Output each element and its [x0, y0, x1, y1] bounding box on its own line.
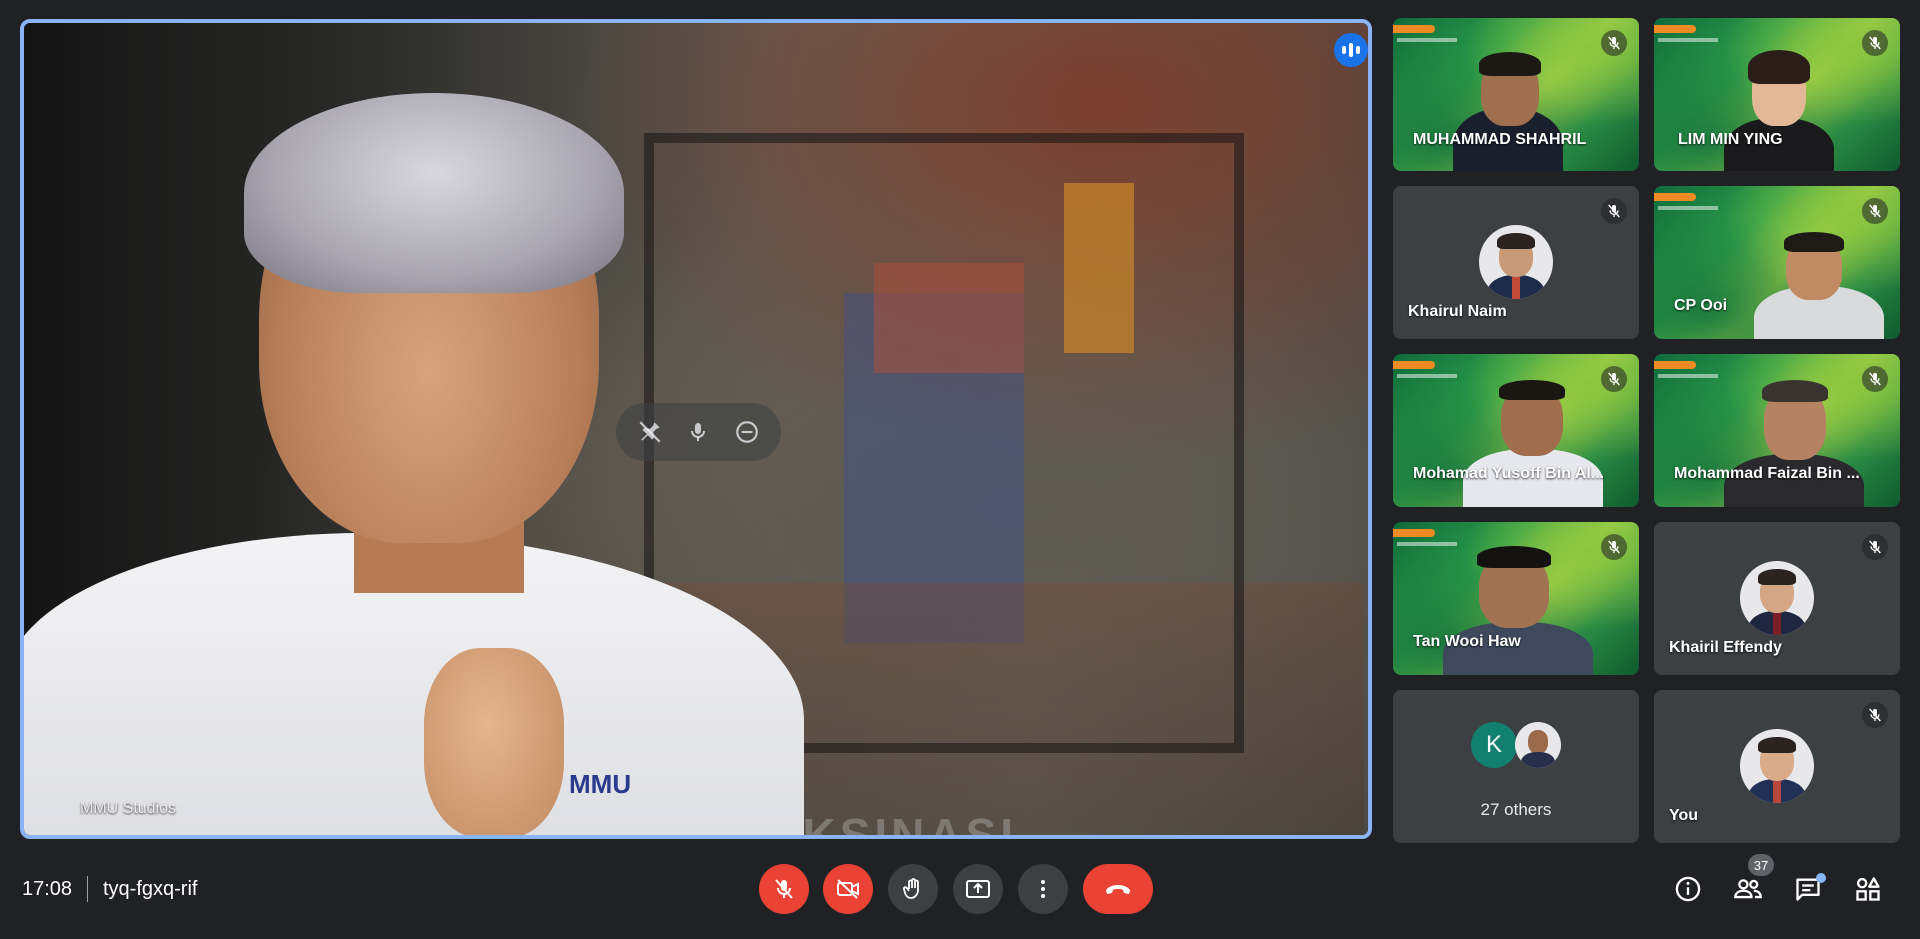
self-avatar — [1740, 729, 1814, 803]
event-badge — [1654, 193, 1696, 201]
event-badge — [1393, 25, 1435, 33]
avatar — [1479, 225, 1553, 299]
participant-hair — [1479, 52, 1541, 76]
event-text — [1658, 374, 1718, 378]
people-icon — [1734, 879, 1762, 899]
tile-hover-controls — [616, 403, 781, 461]
mic-off-icon — [1862, 366, 1888, 392]
mic-off-icon — [775, 879, 793, 899]
pin-off-icon[interactable] — [633, 415, 667, 449]
camera-toggle-button[interactable] — [823, 864, 873, 914]
mic-off-icon — [1862, 534, 1888, 560]
mic-off-icon — [1862, 30, 1888, 56]
participant-name: CP Ooi — [1674, 297, 1728, 314]
remove-participant-icon[interactable] — [730, 415, 764, 449]
participant-name: Mohammad Faizal Bin ... — [1674, 465, 1860, 482]
leave-call-button[interactable] — [1083, 864, 1153, 914]
meeting-code: tyq-fgxq-rif — [103, 878, 198, 900]
mute-participant-icon[interactable] — [681, 415, 715, 449]
main-speaker-tile[interactable]: VAKSINASI MMU MMU Studios — [20, 19, 1372, 839]
participant-name: Khairul Naim — [1408, 303, 1507, 320]
show-everyone-button[interactable] — [1733, 874, 1763, 904]
event-text — [1397, 542, 1457, 546]
raise-hand-icon — [903, 878, 919, 899]
end-call-icon — [1106, 885, 1130, 894]
camera-off-icon — [837, 879, 859, 899]
mic-off-icon — [1601, 534, 1627, 560]
chat-unread-dot — [1816, 873, 1826, 883]
self-tile[interactable]: You — [1654, 690, 1900, 843]
event-badge — [1654, 361, 1696, 369]
more-options-button[interactable] — [1018, 864, 1068, 914]
participant-hair — [1762, 380, 1828, 402]
activities-button[interactable] — [1853, 874, 1883, 904]
meet-window: VAKSINASI MMU MMU Studios MUHAMMAD SHAHR… — [0, 0, 1920, 939]
mic-off-icon — [1601, 30, 1627, 56]
mic-off-icon — [1601, 366, 1627, 392]
participant-tile[interactable]: Khairul Naim — [1393, 186, 1639, 339]
event-badge — [1393, 529, 1435, 537]
microphone-toggle-button[interactable] — [759, 864, 809, 914]
presenter-name: MMU Studios — [80, 800, 177, 817]
others-count-label: 27 others — [1480, 800, 1552, 819]
mic-off-icon — [1862, 702, 1888, 728]
others-tile[interactable]: K 27 others — [1393, 690, 1639, 843]
participant-name: You — [1669, 807, 1699, 824]
participant-tile[interactable]: Khairil Effendy — [1654, 522, 1900, 675]
present-now-button[interactable] — [953, 864, 1003, 914]
event-badge — [1654, 25, 1696, 33]
participant-name: MUHAMMAD SHAHRIL — [1413, 131, 1587, 148]
participant-hair — [1477, 546, 1551, 568]
participant-tile[interactable]: Tan Wooi Haw — [1393, 522, 1639, 675]
event-badge — [1393, 361, 1435, 369]
present-screen-icon — [966, 880, 990, 898]
event-text — [1397, 38, 1457, 42]
participant-name: LIM MIN YING — [1678, 131, 1783, 148]
mic-off-icon — [1862, 198, 1888, 224]
participant-hair — [1748, 50, 1810, 84]
event-text — [1658, 206, 1718, 210]
others-photo-avatar — [1515, 722, 1561, 768]
more-vert-icon — [1041, 880, 1045, 898]
participant-tile[interactable]: Mohamad Yusoff Bin Al... — [1393, 354, 1639, 507]
others-initial-avatar: K — [1471, 722, 1517, 768]
divider — [87, 876, 88, 902]
participant-tile[interactable]: LIM MIN YING — [1654, 18, 1900, 171]
participant-count-badge: 37 — [1748, 854, 1774, 876]
speaker-hand — [424, 648, 564, 835]
shirt-logo: MMU — [569, 769, 632, 799]
activities-icon — [1856, 877, 1880, 901]
raise-hand-button[interactable] — [888, 864, 938, 914]
info-icon — [1675, 876, 1701, 902]
participant-name: Tan Wooi Haw — [1413, 633, 1521, 650]
avatar — [1740, 561, 1814, 635]
participant-hair — [1784, 232, 1844, 252]
mic-off-icon — [1601, 198, 1627, 224]
speaking-indicator-icon — [1334, 33, 1368, 67]
participant-hair — [1499, 380, 1565, 400]
meeting-details-button[interactable] — [1673, 874, 1703, 904]
participant-tile[interactable]: CP Ooi — [1654, 186, 1900, 339]
event-text — [1658, 38, 1718, 42]
event-text — [1397, 374, 1457, 378]
participant-name: Mohamad Yusoff Bin Al... — [1413, 465, 1605, 482]
participant-tile[interactable]: MUHAMMAD SHAHRIL — [1393, 18, 1639, 171]
meeting-clock: 17:08 — [22, 878, 73, 900]
speaker-hair — [244, 93, 624, 293]
participant-tile[interactable]: Mohammad Faizal Bin ... — [1654, 354, 1900, 507]
participant-name: Khairil Effendy — [1669, 639, 1782, 656]
